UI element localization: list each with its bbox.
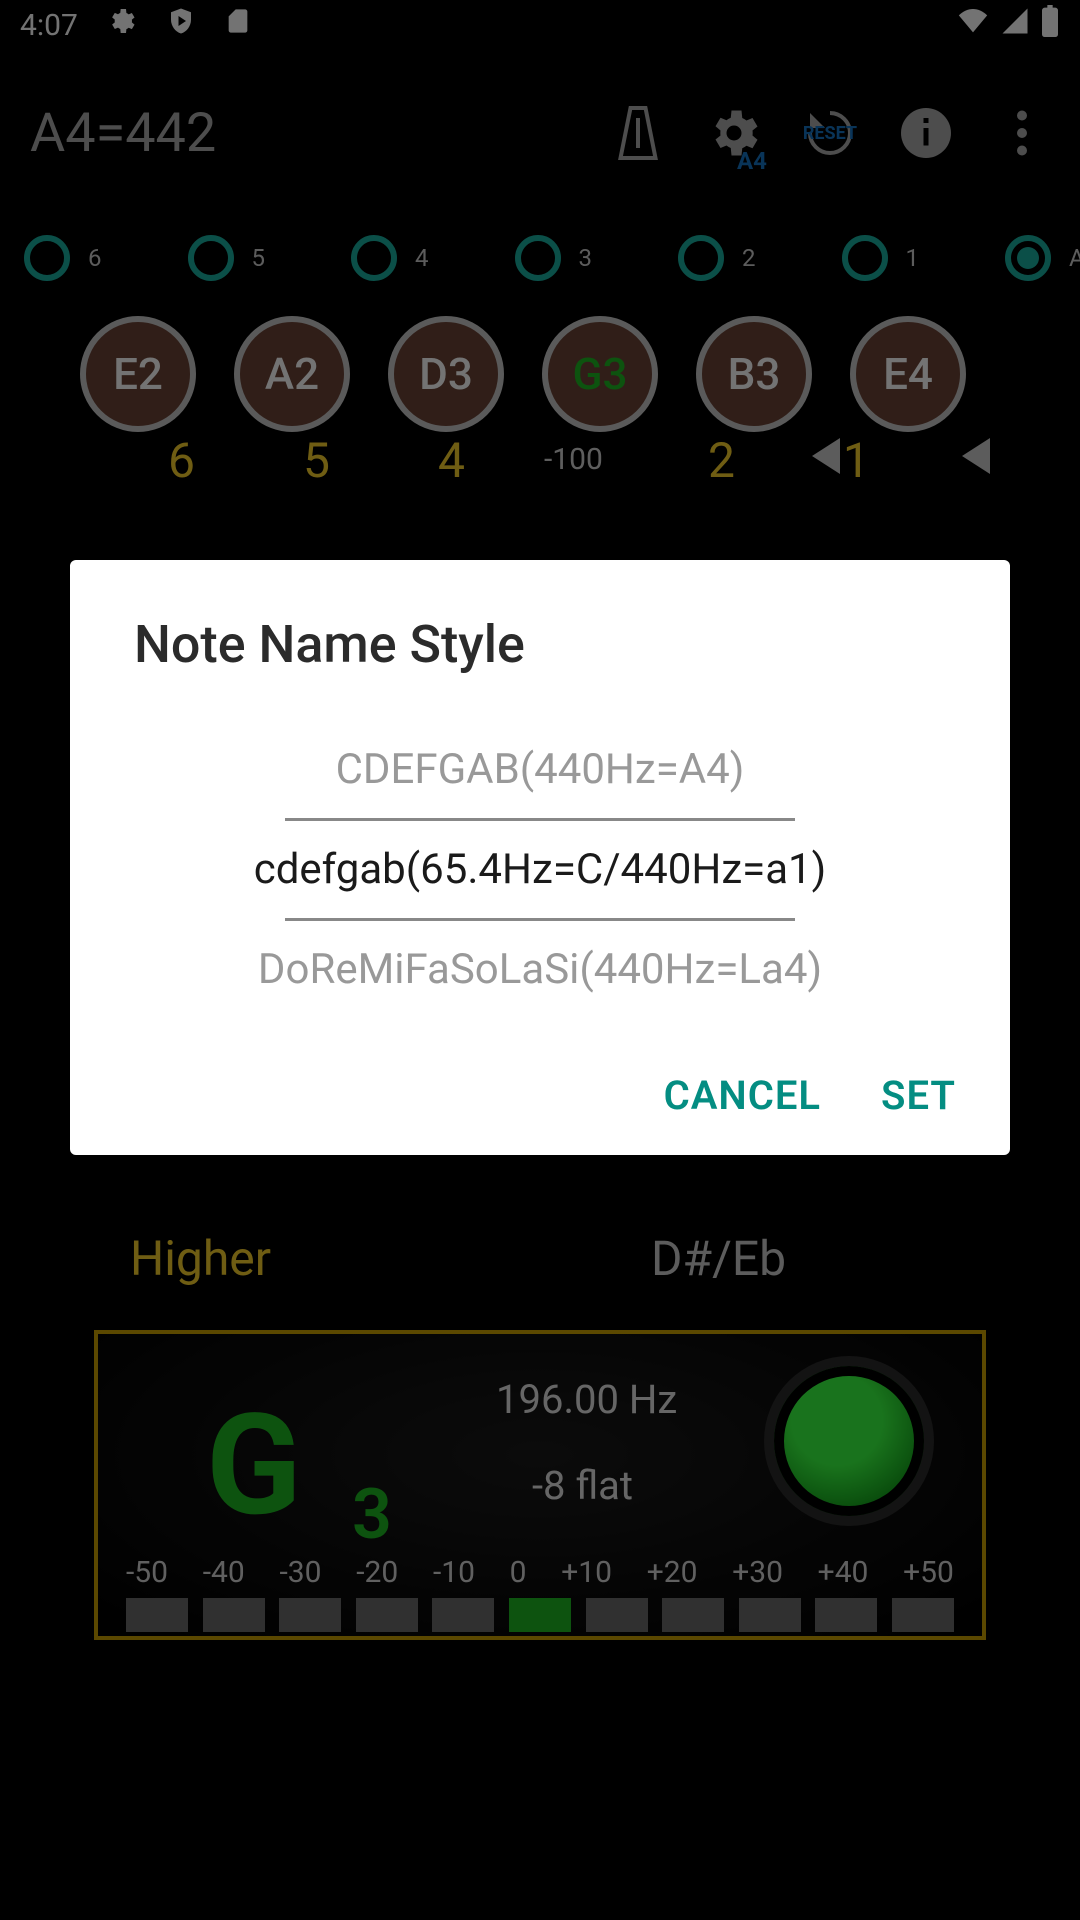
picker-option-1[interactable]: cdefgab(65.4Hz=C/440Hz=a1) [254, 821, 827, 918]
cancel-button[interactable]: CANCEL [664, 1072, 821, 1119]
dialog-title: Note Name Style [70, 598, 1010, 721]
set-button[interactable]: SET [881, 1072, 956, 1119]
note-name-style-dialog: Note Name Style CDEFGAB(440Hz=A4) cdefga… [70, 560, 1010, 1155]
picker-option-0[interactable]: CDEFGAB(440Hz=A4) [336, 721, 745, 818]
note-name-style-picker[interactable]: CDEFGAB(440Hz=A4) cdefgab(65.4Hz=C/440Hz… [70, 721, 1010, 1018]
picker-option-2[interactable]: DoReMiFaSoLaSi(440Hz=La4) [258, 921, 822, 1018]
